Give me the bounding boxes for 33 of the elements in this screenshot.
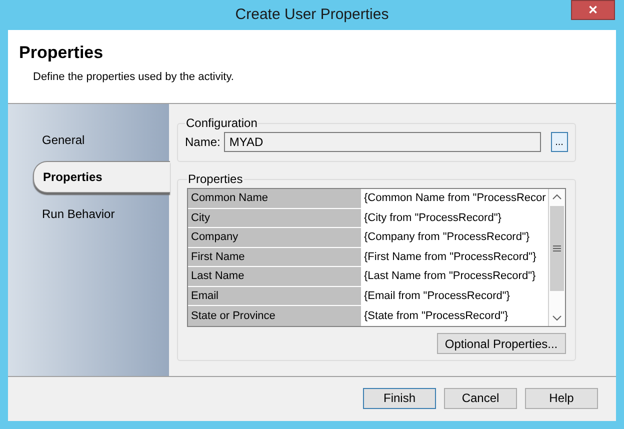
page-title: Properties [19,43,104,63]
property-value[interactable]: {Company from "ProcessRecord"} [362,228,548,247]
property-name: Email [188,286,362,306]
property-name: First Name [188,248,362,266]
group-legend: Configuration [185,114,258,132]
property-value[interactable]: {State from "ProcessRecord"} [362,306,548,326]
page-subtitle: Define the properties used by the activity. [33,70,234,85]
group-legend: Properties [187,170,244,188]
property-name: Company [188,228,362,247]
optional-properties-button[interactable]: Optional Properties... [436,333,566,354]
property-name: Last Name [188,267,362,286]
name-label: Name: [185,134,220,151]
browse-button[interactable]: ... [550,132,568,152]
property-value[interactable]: {Email from "ProcessRecord"} [362,286,548,306]
scroll-thumb[interactable] [550,206,564,291]
dialog-button[interactable]: Help [525,388,598,408]
dialog-button[interactable]: Cancel [444,388,517,408]
property-name: City [188,208,362,228]
property-value[interactable]: {Last Name from "ProcessRecord"} [362,267,548,286]
dialog-button[interactable]: Finish [363,388,436,408]
sidebar-tab[interactable]: Run Behavior [42,203,115,225]
sidebar-tab[interactable]: General [42,129,85,151]
scrollbar[interactable] [548,189,565,326]
window-title: Create User Properties [235,4,389,25]
property-name: State or Province [188,306,362,326]
property-value[interactable]: {First Name from "ProcessRecord"} [362,248,548,266]
property-value[interactable]: {Common Name from "ProcessRecor [362,189,548,208]
sidebar-tab[interactable]: Properties [33,161,170,193]
close-button[interactable]: ✕ [571,0,615,20]
grip-icon [552,245,561,252]
property-name: Common Name [188,189,362,208]
name-field[interactable]: MYAD [224,132,541,152]
property-value[interactable]: {City from "ProcessRecord"} [362,208,548,228]
